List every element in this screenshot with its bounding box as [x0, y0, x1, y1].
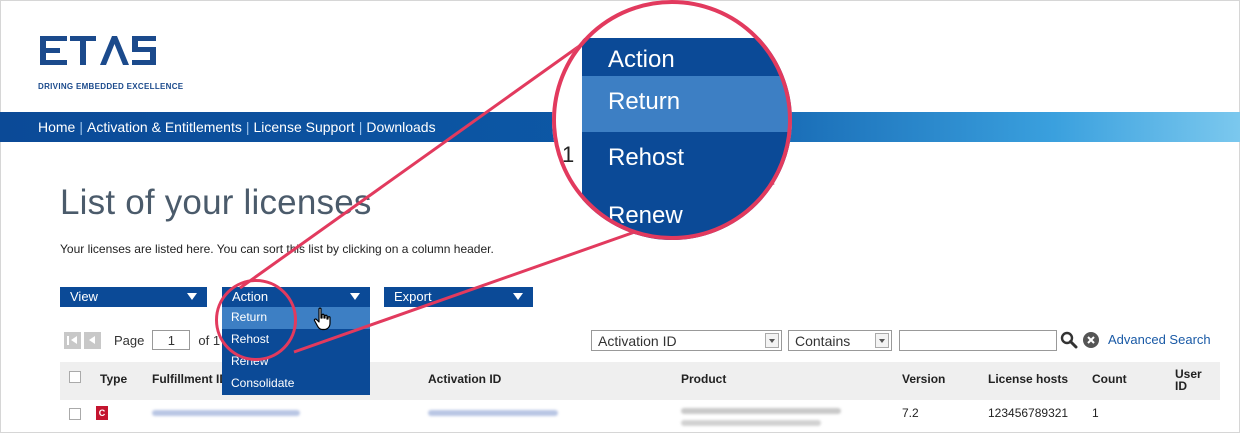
- previous-page-button[interactable]: [84, 331, 101, 349]
- redacted-activation-id: [428, 410, 558, 416]
- search-field-select[interactable]: Activation ID: [591, 330, 782, 351]
- search-operator-select[interactable]: Contains: [788, 330, 892, 351]
- page-title: List of your licenses: [60, 183, 372, 222]
- page-description: Your licenses are listed here. You can s…: [60, 242, 494, 256]
- export-dropdown-label: Export: [394, 289, 432, 304]
- search-input[interactable]: [899, 330, 1057, 351]
- caret-down-icon: [513, 293, 523, 300]
- view-dropdown[interactable]: View: [60, 287, 207, 307]
- magnifier-ring: [552, 0, 792, 240]
- header-type[interactable]: Type: [100, 372, 127, 386]
- header-product[interactable]: Product: [681, 372, 726, 386]
- nav-separator: |: [358, 119, 363, 135]
- header-activation-id[interactable]: Activation ID: [428, 372, 501, 386]
- nav-separator: |: [245, 119, 250, 135]
- header-count[interactable]: Count: [1092, 372, 1127, 386]
- pagination: Page 1 of 1: [64, 330, 220, 350]
- nav-home[interactable]: Home: [38, 119, 75, 135]
- view-dropdown-label: View: [70, 289, 98, 304]
- etas-logo[interactable]: [38, 30, 158, 74]
- row-checkbox[interactable]: [69, 408, 81, 420]
- table-row[interactable]: 7.2 123456789321 1: [60, 400, 1220, 433]
- row-count: 1: [1092, 406, 1099, 420]
- menu-item-consolidate[interactable]: Consolidate: [222, 373, 370, 395]
- search-field-value: Activation ID: [598, 333, 677, 349]
- header-user-id[interactable]: User ID: [1175, 368, 1203, 392]
- header-fulfillment-id[interactable]: Fulfillment ID: [152, 372, 228, 386]
- nav-activation-entitlements[interactable]: Activation & Entitlements: [87, 119, 242, 135]
- caret-down-icon: [187, 293, 197, 300]
- redacted-fulfillment-id: [152, 410, 300, 416]
- advanced-search-link[interactable]: Advanced Search: [1108, 332, 1211, 347]
- callout-source-ring: [215, 279, 297, 361]
- first-page-button[interactable]: [64, 331, 81, 349]
- search-icon[interactable]: [1060, 331, 1078, 349]
- header-version[interactable]: Version: [902, 372, 945, 386]
- nav-separator: |: [79, 119, 83, 135]
- redacted-product-name: [681, 420, 821, 426]
- nav-license-support[interactable]: License Support: [254, 119, 355, 135]
- hand-cursor-icon: [313, 307, 331, 331]
- type-badge: C: [96, 406, 108, 420]
- chevron-down-icon: [875, 333, 889, 348]
- row-version: 7.2: [902, 406, 919, 420]
- brand-tagline: DRIVING EMBEDDED EXCELLENCE: [38, 82, 184, 91]
- etas-logo-mark: [40, 36, 156, 65]
- redacted-product-name: [681, 408, 841, 414]
- export-dropdown[interactable]: Export: [384, 287, 533, 307]
- search-operator-value: Contains: [795, 333, 851, 349]
- page-label: Page: [114, 332, 145, 348]
- select-all-checkbox[interactable]: [69, 371, 81, 383]
- nav-downloads[interactable]: Downloads: [366, 119, 435, 135]
- clear-search-icon[interactable]: [1083, 332, 1099, 348]
- caret-down-icon: [350, 293, 360, 300]
- nav-links: Home | Activation & Entitlements | License S…: [38, 119, 436, 135]
- row-license-hosts: 123456789321: [988, 406, 1069, 420]
- chevron-down-icon: [765, 333, 779, 348]
- header-license-hosts[interactable]: License hosts: [988, 372, 1068, 386]
- page-number-input[interactable]: 1: [152, 330, 191, 350]
